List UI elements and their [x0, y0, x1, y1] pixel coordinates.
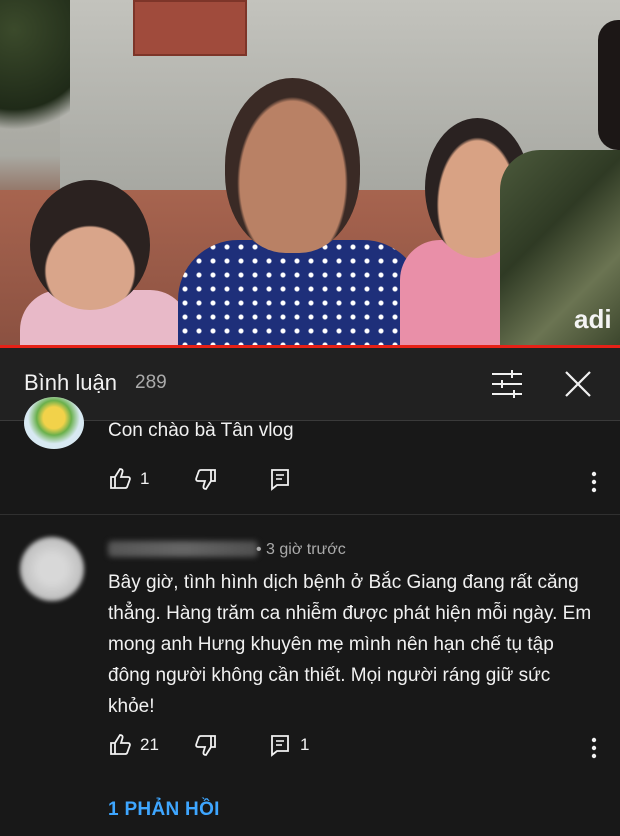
video-woman	[178, 240, 423, 346]
commenter-name-blurred[interactable]	[108, 541, 258, 557]
more-icon[interactable]	[584, 735, 604, 761]
dislike-button[interactable]	[194, 733, 218, 757]
reply-button[interactable]: 1	[268, 733, 309, 757]
video-player[interactable]: adi	[0, 0, 620, 346]
video-woman-head	[225, 78, 360, 253]
comments-header: Bình luận 289	[0, 348, 620, 421]
video-girl-left-head	[30, 180, 150, 310]
view-replies-link[interactable]: 1 PHẢN HỒI	[108, 799, 220, 821]
comment-item: • 3 giờ trước Bây giờ, tình hình dịch bệ…	[0, 515, 620, 836]
filter-icon[interactable]	[490, 370, 524, 398]
dislike-icon	[195, 469, 216, 490]
comment-item: Con chào bà Tân vlog 1	[0, 397, 620, 515]
comments-count: 289	[135, 372, 167, 393]
dislike-icon	[195, 735, 216, 756]
like-icon	[110, 468, 131, 489]
reply-icon	[271, 469, 289, 491]
reply-count: 1	[300, 735, 310, 754]
commenter-avatar[interactable]	[24, 397, 84, 449]
video-window-shutter	[133, 0, 247, 56]
comment-text: Bây giờ, tình hình dịch bệnh ở Bắc Giang…	[108, 572, 592, 717]
more-icon[interactable]	[584, 469, 604, 495]
close-icon[interactable]	[562, 368, 594, 400]
video-man-head	[598, 20, 620, 150]
comment-actions: 21 1	[108, 733, 608, 763]
video-shirt-logo: adi	[574, 304, 612, 334]
video-tree	[0, 0, 70, 150]
dislike-button[interactable]	[194, 467, 218, 491]
like-button[interactable]: 21	[108, 733, 159, 757]
reply-button[interactable]	[268, 467, 292, 491]
commenter-avatar[interactable]	[20, 537, 84, 601]
reply-icon	[271, 735, 289, 757]
like-button[interactable]: 1	[108, 467, 149, 491]
like-count: 1	[140, 469, 150, 488]
like-count: 21	[140, 735, 159, 754]
comment-actions: 1	[108, 467, 608, 497]
comment-text: Con chào bà Tân vlog	[108, 420, 294, 441]
like-icon	[110, 734, 131, 755]
comments-title: Bình luận	[24, 370, 117, 395]
comment-time: • 3 giờ trước	[256, 541, 346, 558]
